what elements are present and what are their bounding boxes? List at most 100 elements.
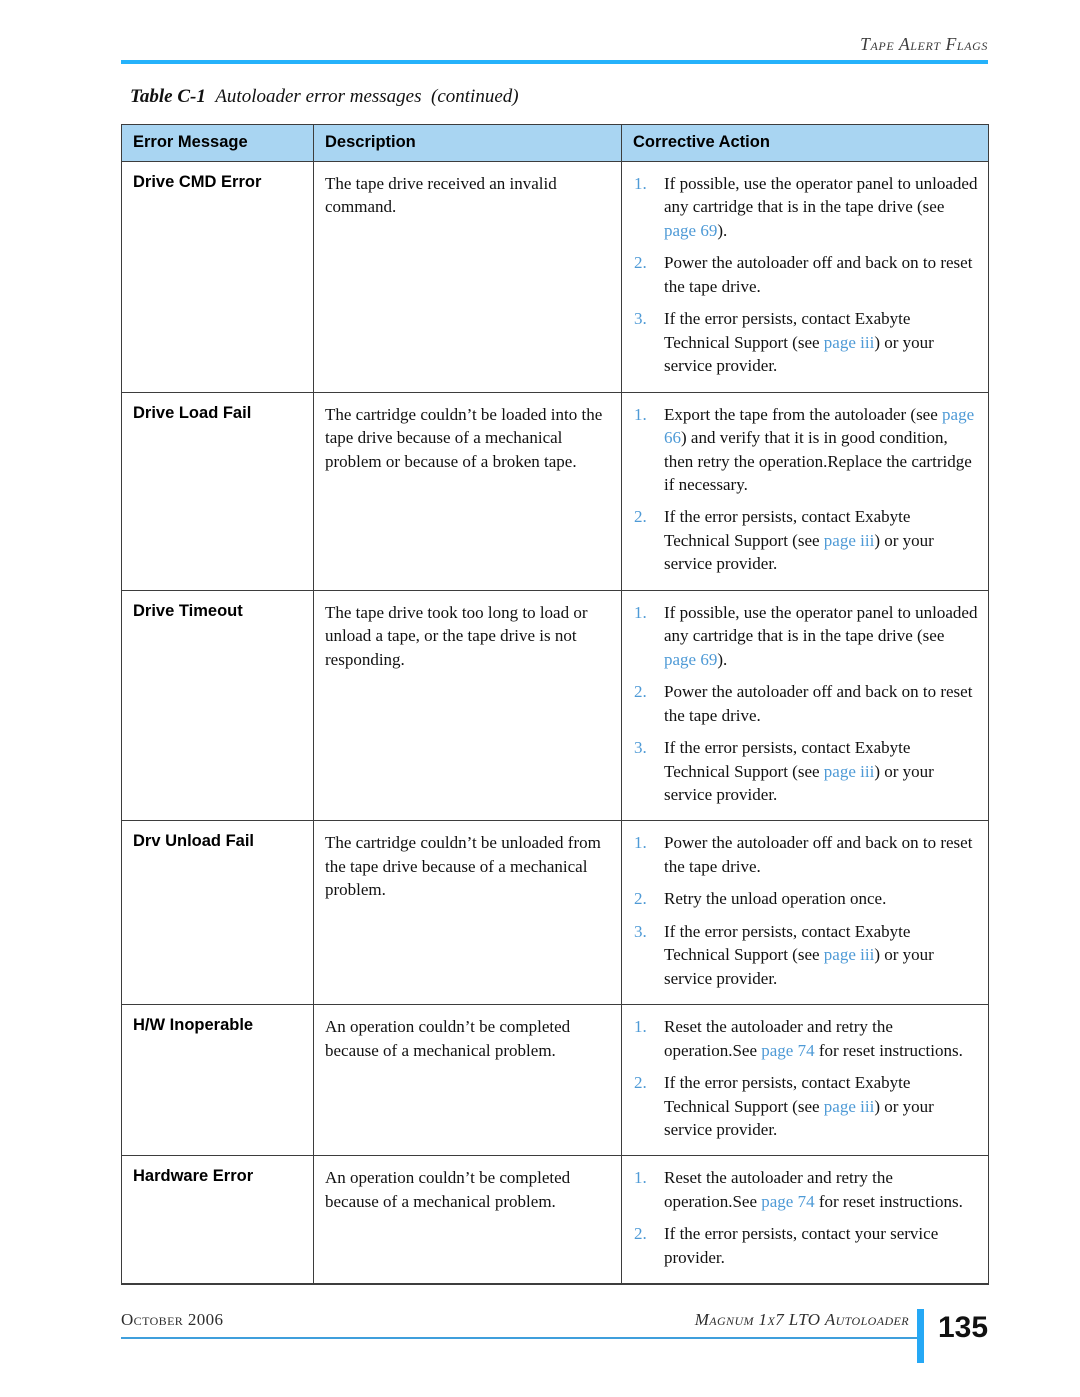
autoloader-error-table: Error Message Description Corrective Act… — [121, 124, 989, 1286]
column-header-corrective-action: Corrective Action — [621, 124, 989, 162]
cell-description: The cartridge couldn’t be unloaded from … — [313, 820, 622, 1006]
action-number: 1. — [634, 1168, 647, 1188]
description-text: The tape drive took too long to load or … — [325, 602, 588, 669]
corrective-action-item: 1. If possible, use the operator panel to… — [632, 172, 980, 242]
cell-error-message: Drive CMD Error — [121, 161, 314, 393]
footer-accent-bar — [917, 1309, 924, 1363]
action-text: Power the autoloader off and back on to … — [664, 253, 973, 296]
cell-corrective-action: 1. Export the tape from the autoloader (s… — [621, 391, 989, 591]
error-message-label: H/W Inoperable — [133, 1016, 254, 1035]
running-header-text: Tape Alert Flags — [860, 34, 988, 54]
cell-error-message: Drv Unload Fail — [121, 820, 314, 1006]
action-number: 2. — [634, 253, 647, 273]
cell-corrective-action: 1. Power the autoloader off and back on t… — [621, 820, 989, 1006]
error-message-label: Drive CMD Error — [133, 173, 262, 191]
action-text: ). — [717, 649, 728, 669]
column-header-description: Description — [313, 124, 622, 162]
corrective-action-list: 1. Reset the autoloader and retry the ope… — [632, 1166, 980, 1269]
action-text: for reset instructions. — [814, 1040, 963, 1060]
action-number: 1. — [634, 174, 647, 193]
cell-error-message: H/W Inoperable — [121, 1004, 314, 1157]
action-number: 1. — [634, 833, 647, 853]
action-text: If the error persists, contact your serv… — [664, 1224, 939, 1267]
action-number: 2. — [634, 682, 647, 702]
cell-corrective-action: 1. If possible, use the operator panel to… — [621, 589, 989, 822]
action-number: 2. — [634, 889, 647, 909]
action-number: 2. — [634, 1073, 647, 1093]
table-row: Drive Timeout The tape drive took too lon… — [121, 589, 989, 822]
cell-corrective-action: 1. Reset the autoloader and retry the ope… — [621, 1155, 989, 1286]
page-cross-reference-link[interactable]: page 74 — [761, 1041, 814, 1060]
corrective-action-item: 1. If possible, use the operator panel to… — [632, 601, 980, 671]
corrective-action-item: 2. If the error persists, contact Exabyte… — [632, 1071, 980, 1141]
action-text: If possible, use the operator panel to u… — [664, 174, 978, 217]
cell-description: The tape drive received an invalid comma… — [313, 161, 622, 393]
error-message-label: Drive Timeout — [133, 601, 243, 620]
action-text: Retry the unload operation once. — [664, 889, 887, 909]
cell-description: An operation couldn’t be completed becau… — [313, 1004, 622, 1157]
cell-error-message: Hardware Error — [121, 1155, 314, 1286]
running-header: Tape Alert Flags — [121, 34, 988, 55]
page-number: 135 — [938, 1311, 989, 1344]
error-message-label: Drv Unload Fail — [133, 832, 255, 851]
table-body: Drive CMD Error The tape drive received a… — [121, 161, 989, 1286]
corrective-action-item: 1. Reset the autoloader and retry the ope… — [632, 1166, 980, 1213]
action-text: ). — [717, 220, 728, 240]
table-header-row: Error Message Description Corrective Act… — [121, 124, 989, 162]
corrective-action-item: 2. If the error persists, contact your se… — [632, 1222, 980, 1269]
footer-rule — [121, 1337, 917, 1339]
header-rule — [121, 60, 988, 64]
action-number: 1. — [634, 1017, 647, 1037]
corrective-action-list: 1. Reset the autoloader and retry the ope… — [632, 1015, 980, 1141]
error-message-label: Hardware Error — [133, 1167, 254, 1186]
cell-description: An operation couldn’t be completed becau… — [313, 1155, 622, 1286]
column-header-error-message: Error Message — [121, 124, 314, 162]
corrective-action-item: 2. Retry the unload operation once. — [632, 887, 980, 910]
action-text: Export the tape from the autoloader (see — [664, 404, 943, 424]
corrective-action-item: 2. Power the autoloader off and back on t… — [632, 680, 980, 727]
table-row: Drive Load Fail The cartridge couldn’t be… — [121, 391, 989, 591]
action-number: 3. — [634, 921, 647, 941]
error-message-label: Drive Load Fail — [133, 403, 252, 422]
page-cross-reference-link[interactable]: page iii — [824, 333, 875, 352]
table-row: H/W Inoperable An operation couldn’t be c… — [121, 1004, 989, 1157]
corrective-action-item: 2. If the error persists, contact Exabyte… — [632, 505, 980, 575]
corrective-action-item: 1. Reset the autoloader and retry the ope… — [632, 1015, 980, 1062]
action-number: 3. — [634, 738, 647, 758]
cell-error-message: Drive Timeout — [121, 589, 314, 822]
action-text: for reset instructions. — [814, 1191, 963, 1211]
action-number: 2. — [634, 507, 647, 527]
page-cross-reference-link[interactable]: page 69 — [664, 650, 717, 669]
action-text: Power the autoloader off and back on to … — [664, 833, 973, 876]
description-text: The cartridge couldn’t be loaded into th… — [325, 404, 603, 471]
corrective-action-item: 3. If the error persists, contact Exabyte… — [632, 736, 980, 806]
table-caption-number: Table C-1 — [130, 86, 206, 107]
action-text: ) and verify that it is in good conditio… — [664, 428, 972, 494]
page-cross-reference-link[interactable]: page 69 — [664, 221, 717, 240]
corrective-action-list: 1. Export the tape from the autoloader (s… — [632, 403, 980, 576]
page-cross-reference-link[interactable]: page iii — [824, 531, 875, 550]
action-number: 1. — [634, 602, 647, 622]
corrective-action-list: 1. If possible, use the operator panel to… — [632, 172, 980, 378]
table-row: Hardware Error An operation couldn’t be c… — [121, 1155, 989, 1286]
cell-description: The tape drive took too long to load or … — [313, 589, 622, 822]
description-text: An operation couldn’t be completed becau… — [325, 1017, 571, 1060]
page-cross-reference-link[interactable]: page iii — [824, 945, 875, 964]
action-number: 3. — [634, 309, 647, 329]
table-caption-continued: (continued) — [431, 86, 519, 107]
corrective-action-item: 3. If the error persists, contact Exabyte… — [632, 920, 980, 990]
corrective-action-item: 2. Power the autoloader off and back on t… — [632, 251, 980, 298]
footer-product: Magnum 1x7 LTO Autoloader — [694, 1310, 909, 1329]
corrective-action-list: 1. If possible, use the operator panel to… — [632, 601, 980, 807]
description-text: An operation couldn’t be completed becau… — [325, 1168, 571, 1211]
document-page: Tape Alert Flags Table C-1 Autoloader er… — [0, 0, 1080, 1397]
cell-corrective-action: 1. Reset the autoloader and retry the ope… — [621, 1004, 989, 1157]
corrective-action-list: 1. Power the autoloader off and back on t… — [632, 831, 980, 990]
corrective-action-item: 1. Power the autoloader off and back on t… — [632, 831, 980, 878]
page-cross-reference-link[interactable]: page iii — [824, 1097, 875, 1116]
page-cross-reference-link[interactable]: page iii — [824, 762, 875, 781]
cell-corrective-action: 1. If possible, use the operator panel to… — [621, 161, 989, 393]
action-text: Power the autoloader off and back on to … — [664, 682, 973, 725]
page-cross-reference-link[interactable]: page 74 — [761, 1192, 814, 1211]
action-text: If possible, use the operator panel to u… — [664, 602, 978, 646]
